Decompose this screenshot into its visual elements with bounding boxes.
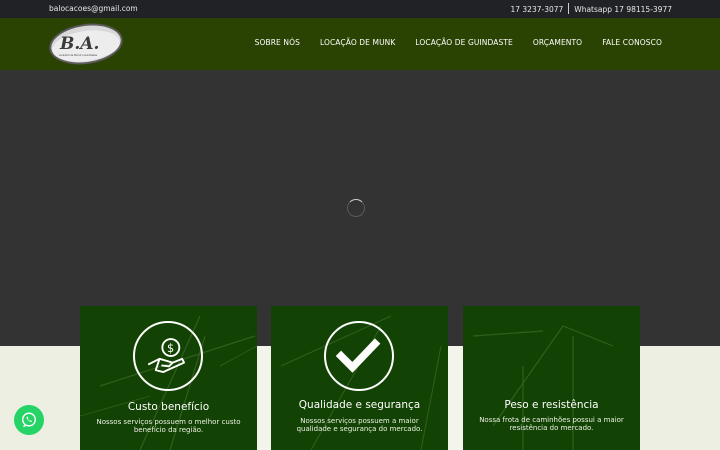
background-decoration [640,346,720,450]
nav-sobre-nos[interactable]: SOBRE NÓS [255,38,300,47]
feature-card-custo: $ Custo benefício Nossos serviços possue… [80,306,257,450]
feature-text: Nossa frota de caminhões possui a maior … [479,416,624,432]
nav-locacao-munk[interactable]: LOCAÇÃO DE MUNK [320,38,395,47]
divider [568,3,570,14]
money-hand-icon: $ [133,321,203,391]
main-menu: SOBRE NÓS LOCAÇÃO DE MUNK LOCAÇÃO DE GUI… [255,38,662,47]
checkmark-icon [324,321,394,391]
whatsapp-button[interactable] [14,405,44,435]
phone-number[interactable]: 17 3237-3077 [510,5,563,14]
contact-email[interactable]: balocacoes@gmail.com [49,4,138,13]
feature-card-qualidade: Qualidade e segurança Nossos serviços po… [271,306,448,450]
feature-title: Peso e resistência [504,399,599,411]
feature-card-peso: Peso e resistência Nossa frota de caminh… [463,306,640,450]
top-bar: balocacoes@gmail.com 17 3237-3077 Whatsa… [0,0,720,18]
feature-text: Nossos serviços possuem a maior qualidad… [296,417,423,433]
contact-phones: 17 3237-3077 Whatsapp 17 98115-3977 [510,3,672,15]
feature-title: Qualidade e segurança [298,399,421,411]
nav-locacao-guindaste[interactable]: LOCAÇÃO DE GUINDASTE [415,38,512,47]
logo-subtext: Locadora de Munck e Guindastes [59,54,98,57]
background-decoration [0,346,80,450]
svg-text:$: $ [167,342,174,355]
whatsapp-number[interactable]: Whatsapp 17 98115-3977 [574,5,672,14]
feature-title: Custo benefício [127,401,210,413]
feature-text: Nossos serviços possuem o melhor custo b… [96,418,241,434]
nav-orcamento[interactable]: ORÇAMENTO [533,38,582,47]
loading-spinner-icon [347,199,365,217]
logo-text: B.A. [59,34,99,54]
nav-fale-conosco[interactable]: FALE CONOSCO [602,38,662,47]
company-logo[interactable]: B.A. Locadora de Munck e Guindastes [48,22,124,66]
whatsapp-icon [21,412,37,428]
